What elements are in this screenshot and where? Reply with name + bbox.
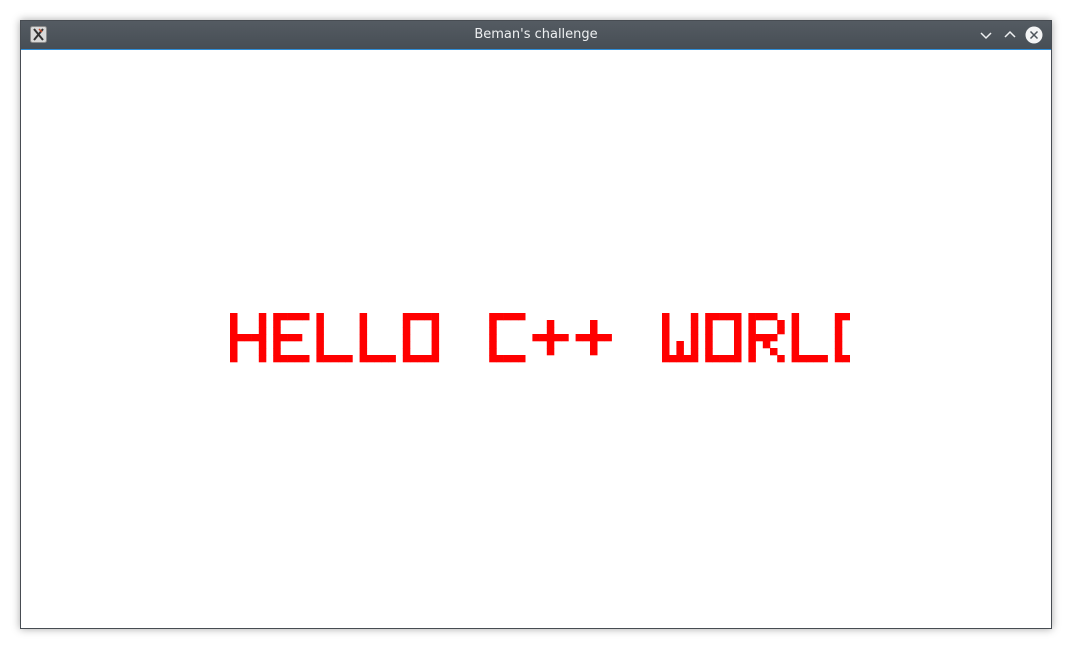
- glyph-h: [230, 313, 267, 363]
- glyph-l: [316, 313, 353, 363]
- glyph-l: [791, 313, 828, 363]
- glyph-o: [402, 313, 440, 363]
- glyph-d: [834, 313, 850, 363]
- application-window: Beman's challenge: [20, 20, 1052, 629]
- glyph-r: [748, 313, 785, 363]
- chevron-down-icon[interactable]: [977, 26, 995, 44]
- chevron-up-icon[interactable]: [1001, 26, 1019, 44]
- hello-cpp-world-text: [230, 312, 850, 372]
- glyph-o: [705, 313, 742, 363]
- close-icon[interactable]: [1025, 26, 1043, 44]
- title-bar[interactable]: Beman's challenge: [21, 21, 1051, 50]
- glyph-plus: [532, 320, 569, 356]
- canvas-area: [21, 50, 1051, 628]
- glyph-c: [489, 313, 526, 363]
- glyph-plus: [575, 320, 612, 356]
- glyph-l: [359, 313, 396, 363]
- pixel-text-canvas: [230, 313, 850, 363]
- glyph-e: [273, 313, 310, 363]
- window-title: Beman's challenge: [474, 27, 598, 42]
- glyph-w: [662, 313, 699, 363]
